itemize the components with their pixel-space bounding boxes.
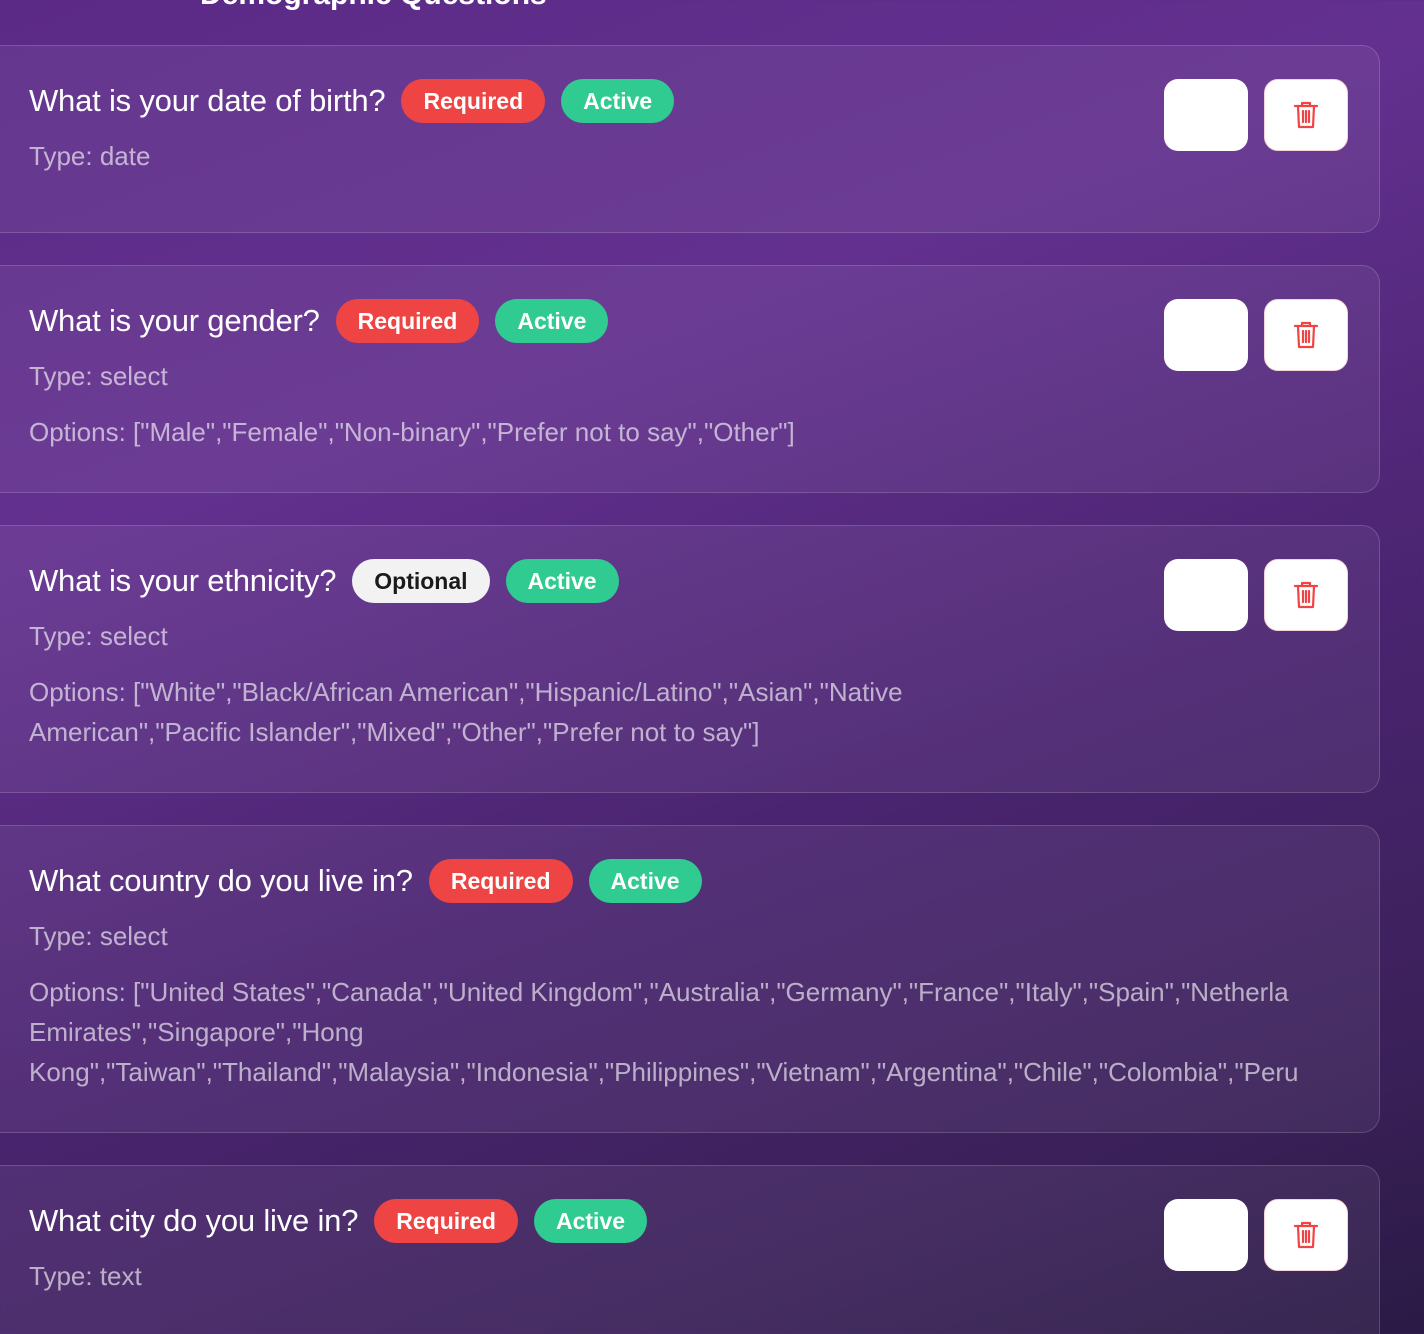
- question-actions: [1164, 79, 1348, 151]
- delete-button[interactable]: [1264, 299, 1348, 371]
- edit-button[interactable]: [1164, 1199, 1248, 1271]
- question-title: What is your date of birth?: [29, 83, 386, 118]
- question-card-date-of-birth: What is your date of birth? Required Act…: [0, 45, 1380, 233]
- required-badge: Required: [335, 299, 480, 343]
- question-card-city: What city do you live in? Required Activ…: [0, 1165, 1380, 1334]
- active-badge: Active: [505, 559, 619, 603]
- question-options: Options: ["United States","Canada","Unit…: [29, 972, 1379, 1092]
- active-badge: Active: [495, 299, 609, 343]
- active-badge: Active: [533, 1199, 647, 1243]
- question-actions: [1164, 1199, 1348, 1271]
- question-card-country: What country do you live in? Required Ac…: [0, 825, 1380, 1133]
- page-title-clipped: Demographic Questions: [200, 0, 547, 12]
- required-badge: Required: [401, 79, 546, 123]
- question-title: What is your ethnicity?: [29, 563, 337, 598]
- edit-button[interactable]: [1164, 299, 1248, 371]
- options-line: Options: ["Male","Female","Non-binary","…: [29, 417, 795, 447]
- required-badge: Required: [428, 859, 573, 903]
- question-type: Type: select: [29, 921, 168, 951]
- delete-button[interactable]: [1264, 559, 1348, 631]
- question-actions: [1164, 299, 1348, 371]
- optional-badge: Optional: [352, 559, 490, 603]
- edit-button[interactable]: [1164, 559, 1248, 631]
- options-line: Emirates","Singapore","Hong: [29, 1017, 364, 1047]
- options-line: Options: ["United States","Canada","Unit…: [29, 977, 1289, 1007]
- options-line: American","Pacific Islander","Mixed","Ot…: [29, 717, 760, 747]
- options-line: Kong","Taiwan","Thailand","Malaysia","In…: [29, 1057, 1299, 1087]
- delete-button[interactable]: [1264, 79, 1348, 151]
- question-title: What city do you live in?: [29, 1203, 359, 1238]
- question-card-ethnicity: What is your ethnicity? Optional Active …: [0, 525, 1380, 793]
- question-options: Options: ["White","Black/African America…: [29, 672, 1379, 752]
- options-line: Options: ["White","Black/African America…: [29, 677, 903, 707]
- trash-icon: [1293, 100, 1319, 130]
- question-card-gender: What is your gender? Required Active Typ…: [0, 265, 1380, 493]
- question-title: What is your gender?: [29, 303, 320, 338]
- question-title: What country do you live in?: [29, 863, 413, 898]
- active-badge: Active: [561, 79, 675, 123]
- trash-icon: [1293, 580, 1319, 610]
- delete-button[interactable]: [1264, 1199, 1348, 1271]
- question-actions: [1164, 559, 1348, 631]
- trash-icon: [1293, 320, 1319, 350]
- trash-icon: [1293, 1220, 1319, 1250]
- active-badge: Active: [588, 859, 702, 903]
- edit-button[interactable]: [1164, 79, 1248, 151]
- required-badge: Required: [374, 1199, 518, 1243]
- question-options: Options: ["Male","Female","Non-binary","…: [29, 412, 1379, 452]
